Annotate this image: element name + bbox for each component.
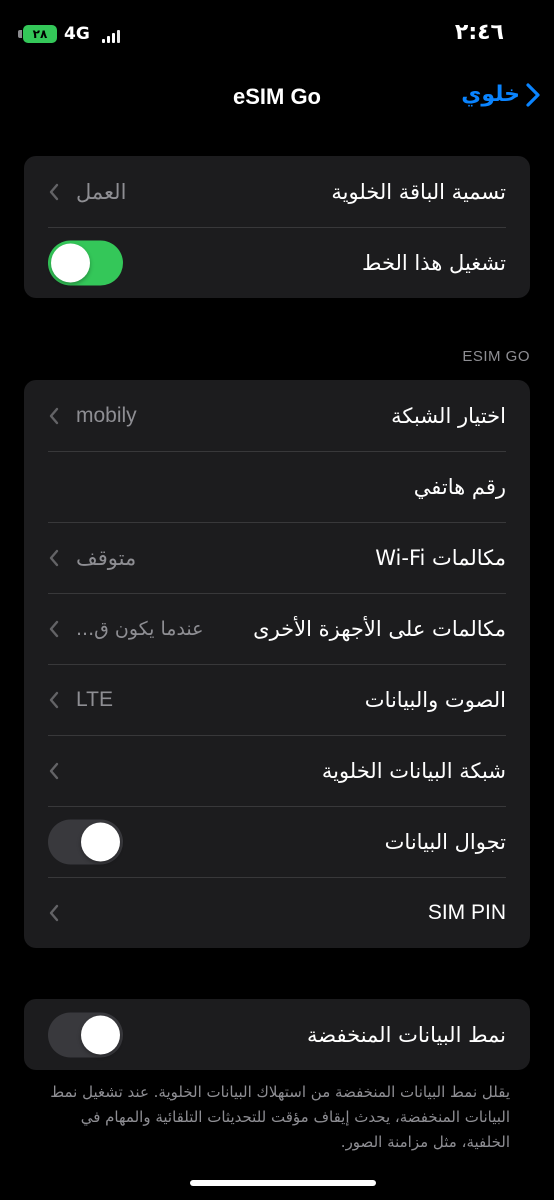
esim-go-group: اختيار الشبكة mobily رقم هاتفي مكالمات W… [24,380,530,948]
battery-indicator: ٢٨ [23,25,57,43]
low-data-group: نمط البيانات المنخفضة [24,999,530,1070]
row-label: مكالمات على الأجهزة الأخرى [253,616,506,641]
chevron-left-icon [48,690,60,710]
wifi-calling-row[interactable]: مكالمات Wi-Fi متوقف [24,522,530,593]
phone-number-row[interactable]: رقم هاتفي [24,451,530,522]
data-roaming-toggle[interactable] [48,819,123,864]
low-data-mode-description: يقلل نمط البيانات المنخفضة من استهلاك ال… [50,1083,510,1151]
row-label: شبكة البيانات الخلوية [321,758,506,783]
toggle-knob [81,1015,120,1054]
chevron-left-icon [48,182,60,202]
battery-tip [18,30,22,38]
turn-on-line-toggle[interactable] [48,240,123,285]
row-label: تسمية الباقة الخلوية [331,179,506,204]
chevron-left-icon [48,406,60,426]
network-selection-row[interactable]: اختيار الشبكة mobily [24,380,530,451]
voice-and-data-row[interactable]: الصوت والبيانات LTE [24,664,530,735]
battery-level: ٢٨ [32,27,48,41]
row-label: رقم هاتفي [413,474,506,499]
calls-on-other-devices-row[interactable]: مكالمات على الأجهزة الأخرى عندما يكون ق.… [24,593,530,664]
low-data-mode-row: نمط البيانات المنخفضة [24,999,530,1070]
toggle-knob [81,822,120,861]
page-title: eSIM Go [232,84,321,109]
section-header: ESIM GO [462,348,530,365]
row-value: عندما يكون ق... [76,617,204,640]
row-label: نمط البيانات المنخفضة [307,1022,506,1047]
row-value: mobily [76,403,137,427]
signal-icon [102,29,120,43]
chevron-left-icon [48,903,60,923]
plan-group: تسمية الباقة الخلوية العمل تشغيل هذا الخ… [24,156,530,298]
row-label: تشغيل هذا الخط [362,250,506,275]
turn-on-line-row: تشغيل هذا الخط [24,227,530,298]
row-value: متوقف [76,545,137,570]
chevron-left-icon [48,548,60,568]
row-value: LTE [76,687,113,711]
toggle-knob [51,243,90,282]
status-bar: ٢٨ 4G ٢:٤٦ [0,0,554,70]
row-label: اختيار الشبكة [391,403,506,428]
row-value: العمل [76,179,127,204]
chevron-left-icon [48,761,60,781]
cellular-data-network-row[interactable]: شبكة البيانات الخلوية [24,735,530,806]
row-label: الصوت والبيانات [364,687,506,712]
chevron-left-icon [48,619,60,639]
row-label: SIM PIN [427,900,506,924]
low-data-mode-toggle[interactable] [48,1012,123,1057]
sim-pin-row[interactable]: SIM PIN [24,877,530,948]
home-indicator[interactable] [190,1180,376,1186]
row-label: مكالمات Wi-Fi [375,545,506,570]
network-type: 4G [64,24,90,44]
cellular-plan-label-row[interactable]: تسمية الباقة الخلوية العمل [24,156,530,227]
navigation-bar: خلوي eSIM Go [0,70,554,126]
status-time: ٢:٤٦ [454,20,504,45]
data-roaming-row: تجوال البيانات [24,806,530,877]
row-label: تجوال البيانات [384,829,506,854]
